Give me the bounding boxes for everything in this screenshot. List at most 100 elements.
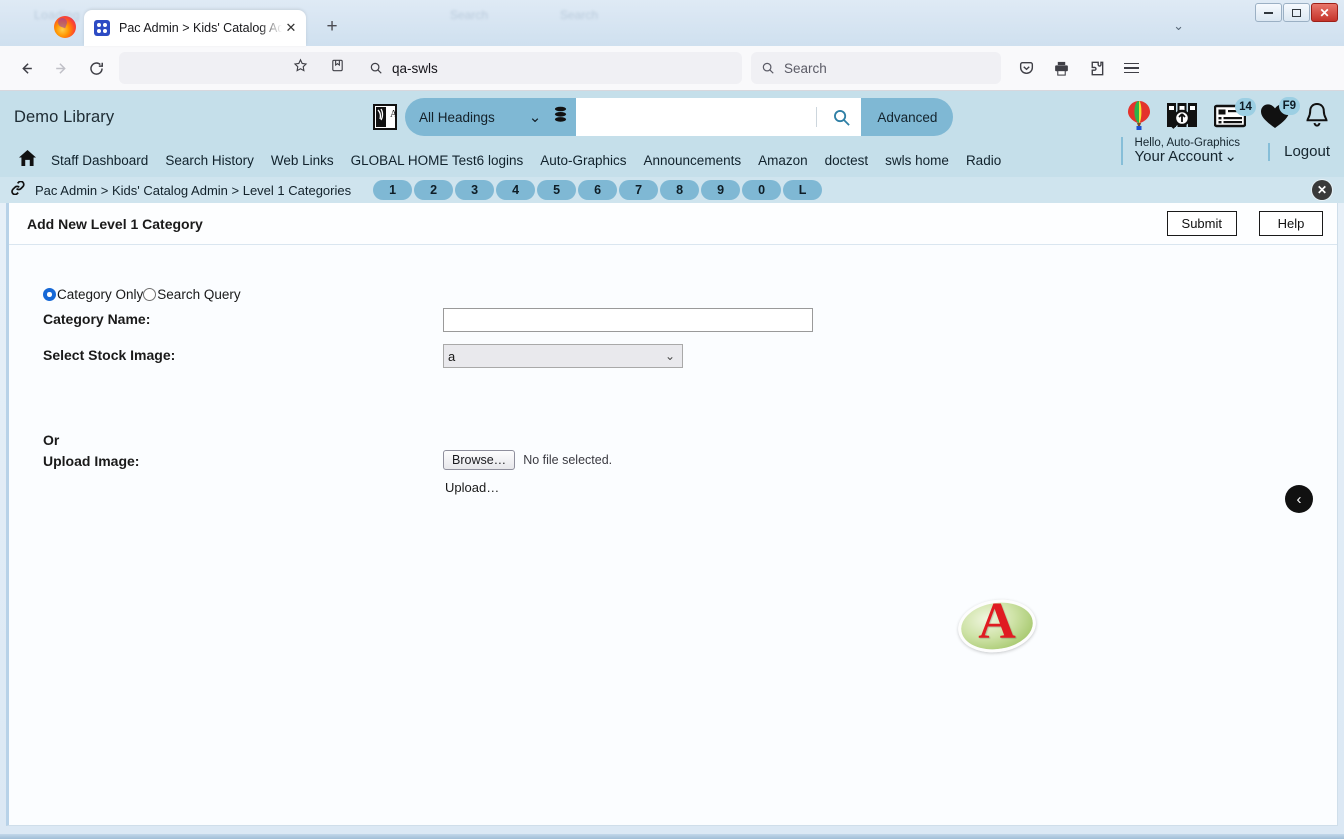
stock-image-preview: A (954, 594, 1040, 658)
window-minimize-button[interactable] (1255, 3, 1282, 22)
stock-image-label: Select Stock Image: (43, 347, 176, 363)
browser-search-bar[interactable]: Search (751, 52, 1001, 84)
index-pill-4[interactable]: 4 (496, 180, 536, 200)
browser-tab[interactable]: Pac Admin > Kids' Catalog Adm ✕ (84, 10, 306, 46)
submit-button[interactable]: Submit (1166, 211, 1237, 236)
pocket-icon[interactable] (1010, 52, 1042, 84)
library-name: Demo Library (14, 107, 115, 126)
book-search-icon[interactable] (1166, 102, 1200, 135)
tab-close-icon[interactable]: ✕ (282, 19, 300, 37)
forward-button[interactable] (45, 52, 77, 84)
catalog-search-widget: A All Headings ⌄ Advanced (373, 98, 954, 136)
browse-button[interactable]: Browse… (443, 450, 516, 470)
url-bar[interactable]: qa-swls (119, 52, 742, 84)
stock-image-row: Select Stock Image: a ⌄ (43, 344, 1337, 368)
reload-button[interactable] (80, 52, 112, 84)
nav-link-global-home-test6-logins[interactable]: GLOBAL HOME Test6 logins (351, 153, 524, 168)
database-icon[interactable] (553, 106, 568, 128)
headings-select[interactable]: All Headings ⌄ (405, 98, 553, 136)
radio-category-only-label: Category Only (57, 287, 144, 302)
stock-image-letter: A (978, 593, 1016, 650)
account-name: Your Account ⌄ (1135, 149, 1240, 165)
account-menu[interactable]: Hello, Auto-Graphics Your Account ⌄ (1120, 137, 1240, 165)
home-icon[interactable] (18, 149, 37, 172)
nav-link-radio[interactable]: Radio (966, 153, 1001, 168)
upload-image-row: Upload Image: Browse… No file selected. … (43, 450, 1337, 495)
nav-link-swls-home[interactable]: swls home (885, 153, 949, 168)
balloon-icon[interactable] (1126, 100, 1152, 137)
heart-icon[interactable]: F9 (1260, 96, 1300, 134)
list-card-icon[interactable]: 14 (1213, 97, 1256, 133)
header-icon-group: 14 F9 (1126, 95, 1330, 141)
upload-link[interactable]: Upload… (445, 480, 612, 495)
search-icon[interactable] (825, 101, 857, 133)
nav-link-auto-graphics[interactable]: Auto-Graphics (540, 153, 626, 168)
logout-link[interactable]: Logout (1284, 143, 1330, 160)
index-pill-3[interactable]: 3 (455, 180, 495, 200)
back-navigation-button[interactable]: ‹ (1285, 485, 1313, 513)
stock-image-select-value: a (448, 348, 456, 364)
no-file-selected-text: No file selected. (523, 453, 613, 467)
tab-favicon-icon (94, 20, 110, 36)
bell-icon[interactable] (1304, 102, 1330, 135)
index-pill-9[interactable]: 9 (701, 180, 741, 200)
search-icon (369, 61, 383, 75)
category-name-label: Category Name: (43, 311, 151, 327)
help-button[interactable]: Help (1259, 211, 1323, 236)
back-button[interactable] (10, 52, 42, 84)
window-controls: ✕ (1255, 3, 1338, 22)
index-pill-2[interactable]: 2 (414, 180, 454, 200)
new-tab-button[interactable]: + (318, 13, 346, 41)
nav-link-announcements[interactable]: Announcements (644, 153, 742, 168)
page-title: Add New Level 1 Category (27, 215, 203, 232)
print-icon[interactable] (1045, 52, 1077, 84)
url-text: qa-swls (392, 60, 438, 76)
chevron-down-icon: ⌄ (528, 108, 542, 126)
nav-link-web-links[interactable]: Web Links (271, 153, 334, 168)
extensions-icon[interactable] (1080, 52, 1112, 84)
radio-search-query-label: Search Query (157, 287, 241, 302)
tab-list-chevron-down-icon[interactable]: ⌄ (1173, 18, 1184, 34)
nav-link-search-history[interactable]: Search History (165, 153, 254, 168)
index-pill-1[interactable]: 1 (373, 180, 413, 200)
nav-link-amazon[interactable]: Amazon (758, 153, 808, 168)
ghost-label-right: Search (560, 8, 599, 22)
window-close-button[interactable]: ✕ (1311, 3, 1338, 22)
browser-titlebar: Loading Search Search Pac Admin > Kids' … (0, 0, 1344, 46)
advanced-search-button[interactable]: Advanced (861, 98, 953, 136)
close-icon[interactable]: ✕ (1312, 180, 1332, 200)
bookmark-star-icon[interactable] (293, 58, 308, 78)
window-bottom-strip (0, 834, 1344, 839)
chevron-down-icon: ⌄ (664, 349, 675, 363)
window-maximize-button[interactable] (1283, 3, 1310, 22)
radio-search-query-input[interactable] (143, 288, 157, 301)
radio-option-search-query[interactable]: Search Query (143, 287, 241, 302)
index-pill-0[interactable]: 0 (742, 180, 782, 200)
catalog-search-input[interactable] (576, 98, 862, 136)
nav-link-doctest[interactable]: doctest (825, 153, 869, 168)
panel-header: Add New Level 1 Category Submit Help (9, 203, 1337, 245)
radio-option-category-only[interactable]: Category Only (43, 287, 143, 302)
list-badge: 14 (1235, 97, 1256, 116)
nav-link-staff-dashboard[interactable]: Staff Dashboard (51, 153, 148, 168)
app-menu-button[interactable] (1115, 52, 1147, 84)
tab-title: Pac Admin > Kids' Catalog Adm (119, 21, 282, 35)
index-pill-l[interactable]: L (783, 180, 823, 200)
index-pill-7[interactable]: 7 (619, 180, 659, 200)
index-pill-8[interactable]: 8 (660, 180, 700, 200)
search-icon (761, 61, 775, 75)
radio-category-only-input[interactable] (43, 288, 56, 301)
firefox-logo-icon (54, 16, 76, 38)
index-pill-6[interactable]: 6 (578, 180, 618, 200)
app-header: Demo Library A All Headings ⌄ Advanced 1… (0, 91, 1344, 177)
translate-icon[interactable]: A (373, 104, 398, 130)
stock-image-select[interactable]: a ⌄ (443, 344, 683, 368)
browser-window: Loading Search Search Pac Admin > Kids' … (0, 0, 1344, 839)
category-name-input[interactable] (443, 308, 813, 332)
browser-search-placeholder: Search (784, 60, 827, 76)
save-to-pocket-icon[interactable] (330, 58, 345, 78)
category-type-radio-group: Category Only Search Query (43, 287, 1337, 302)
category-form: Category Only Search Query Category Name… (9, 245, 1337, 658)
close-icon: ✕ (1319, 5, 1330, 20)
index-pill-5[interactable]: 5 (537, 180, 577, 200)
